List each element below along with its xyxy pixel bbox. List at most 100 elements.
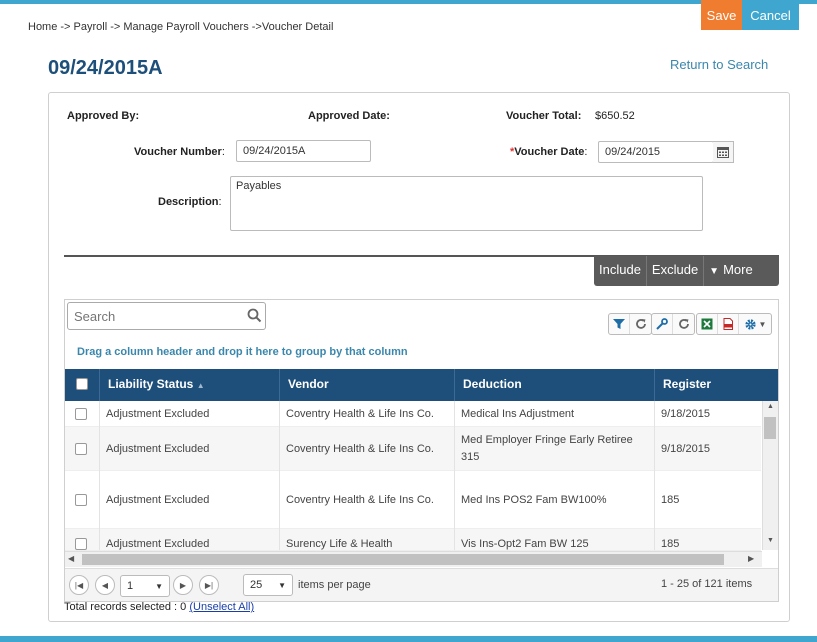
unselect-all-link[interactable]: (Unselect All)	[189, 601, 254, 613]
export-pdf-button[interactable]	[718, 314, 739, 334]
caret-down-icon: ▼	[758, 319, 767, 329]
column-header-vendor[interactable]: Vendor	[280, 369, 455, 401]
row-checkbox[interactable]	[75, 538, 87, 550]
column-settings-button[interactable]	[652, 314, 673, 334]
cell-deduction: Vis Ins-Opt2 Fam BW 125	[455, 529, 655, 550]
cell-register: 9/18/2015	[661, 408, 710, 420]
cell-liability-status: Adjustment Excluded	[100, 529, 280, 550]
search-icon[interactable]	[247, 308, 262, 328]
grid-action-bar: Include Exclude ▼ More	[594, 256, 779, 286]
scroll-right-icon[interactable]: ▶	[748, 554, 754, 563]
filter-button[interactable]	[609, 314, 630, 334]
last-page-button[interactable]: ▶|	[199, 575, 219, 595]
cell-liability-status: Adjustment Excluded	[100, 401, 280, 427]
first-page-button[interactable]: |◀	[69, 575, 89, 595]
gear-icon	[744, 318, 756, 330]
vertical-scroll-thumb[interactable]	[764, 417, 776, 439]
cell-vendor: Coventry Health & Life Ins Co.	[280, 471, 455, 529]
cell-vendor: Coventry Health & Life Ins Co.	[280, 427, 455, 471]
row-checkbox[interactable]	[75, 494, 87, 506]
page-size-select[interactable]: 25 ▼	[243, 574, 293, 596]
refresh-icon	[678, 319, 689, 329]
export-excel-button[interactable]	[697, 314, 718, 334]
excel-icon	[701, 318, 713, 330]
scroll-up-icon[interactable]: ▲	[767, 403, 774, 410]
table-row[interactable]: Adjustment Excluded Coventry Health & Li…	[65, 427, 761, 471]
voucher-number-label: Voucher Number:	[134, 146, 225, 158]
top-accent-bar	[0, 0, 817, 4]
column-header-liability-status[interactable]: Liability Status ▲	[100, 369, 280, 401]
horizontal-scrollbar[interactable]: ◀ ▶	[65, 551, 762, 567]
caret-down-icon: ▼	[709, 266, 720, 277]
first-page-icon: |◀	[74, 580, 84, 590]
cell-liability-status: Adjustment Excluded	[100, 471, 280, 529]
description-textarea[interactable]: Payables	[230, 176, 703, 231]
approved-date-label: Approved Date:	[308, 110, 390, 122]
row-select-cell	[65, 427, 100, 471]
total-records-selected: Total records selected : 0 (Unselect All…	[64, 601, 255, 613]
items-per-page-label: items per page	[298, 579, 371, 591]
calendar-button[interactable]	[713, 141, 734, 163]
page-title: 09/24/2015A	[48, 57, 163, 79]
pdf-icon	[723, 318, 733, 330]
horizontal-scroll-thumb[interactable]	[82, 554, 724, 565]
grid-settings-button[interactable]: ▼	[739, 314, 771, 334]
row-select-cell	[65, 529, 100, 550]
vertical-scrollbar[interactable]: ▲ ▼	[762, 401, 778, 550]
wrench-icon	[656, 318, 668, 330]
calendar-icon	[717, 147, 729, 158]
description-label: Description:	[158, 196, 222, 208]
voucher-date-input[interactable]	[598, 141, 714, 163]
reset-columns-button[interactable]	[673, 314, 694, 334]
next-page-icon: ▶	[179, 580, 187, 590]
return-to-search-link[interactable]: Return to Search	[670, 57, 768, 72]
filter-icon	[613, 319, 625, 329]
cancel-button[interactable]: Cancel	[742, 0, 799, 30]
approved-by-label: Approved By:	[67, 110, 140, 122]
export-toolbar: ▼	[696, 313, 772, 335]
row-checkbox[interactable]	[75, 408, 87, 420]
filter-toolbar	[608, 313, 652, 335]
select-all-cell	[65, 369, 100, 401]
row-checkbox[interactable]	[75, 443, 87, 455]
refresh-icon	[635, 319, 646, 329]
row-select-cell	[65, 401, 100, 427]
voucher-total-value: $650.52	[595, 110, 635, 122]
sort-asc-icon: ▲	[196, 381, 205, 390]
grid-search-input[interactable]	[67, 302, 266, 330]
cell-register: 185	[661, 538, 680, 550]
next-page-button[interactable]: ▶	[173, 575, 193, 595]
cell-register: 185	[661, 494, 680, 506]
select-all-checkbox[interactable]	[76, 378, 88, 390]
voucher-total-label: Voucher Total:	[506, 110, 582, 122]
table-row[interactable]: Adjustment Excluded Coventry Health & Li…	[65, 401, 761, 427]
table-row[interactable]: Adjustment Excluded Surency Life & Healt…	[65, 529, 761, 551]
column-header-register[interactable]: Register	[655, 369, 761, 401]
reset-filter-button[interactable]	[630, 314, 651, 334]
cell-deduction: Medical Ins Adjustment	[455, 401, 655, 427]
voucher-date-label: *Voucher Date:	[510, 146, 588, 158]
save-button[interactable]: Save	[701, 0, 742, 30]
prev-page-button[interactable]: ◀	[95, 575, 115, 595]
exclude-button[interactable]: Exclude	[647, 256, 705, 286]
row-select-cell	[65, 471, 100, 529]
scroll-down-icon[interactable]: ▼	[767, 537, 774, 544]
breadcrumb: Home -> Payroll -> Manage Payroll Vouche…	[28, 21, 334, 33]
voucher-number-input[interactable]	[236, 140, 371, 162]
more-menu-button[interactable]: ▼ More	[704, 256, 758, 286]
cell-register: 9/18/2015	[661, 443, 710, 455]
chevron-down-icon: ▼	[155, 581, 163, 591]
cell-deduction: Med Ins POS2 Fam BW100%	[455, 471, 655, 529]
column-header-deduction[interactable]: Deduction	[455, 369, 655, 401]
scroll-left-icon[interactable]: ◀	[68, 554, 74, 563]
bottom-accent-bar	[0, 636, 817, 642]
column-toolbar	[651, 313, 695, 335]
pager-range-info: 1 - 25 of 121 items	[661, 578, 753, 590]
include-button[interactable]: Include	[594, 256, 647, 286]
grid-pager: |◀ ◀ 1 ▼ ▶ ▶| 25 ▼ items per page 1 - 25 o…	[65, 568, 778, 601]
cell-liability-status: Adjustment Excluded	[100, 427, 280, 471]
cell-deduction: Med Employer Fringe Early Retiree 315	[455, 427, 655, 471]
grid-header: Liability Status ▲ Vendor Deduction Regi…	[65, 369, 778, 401]
table-row[interactable]: Adjustment Excluded Coventry Health & Li…	[65, 471, 761, 529]
page-select[interactable]: 1 ▼	[120, 575, 170, 597]
